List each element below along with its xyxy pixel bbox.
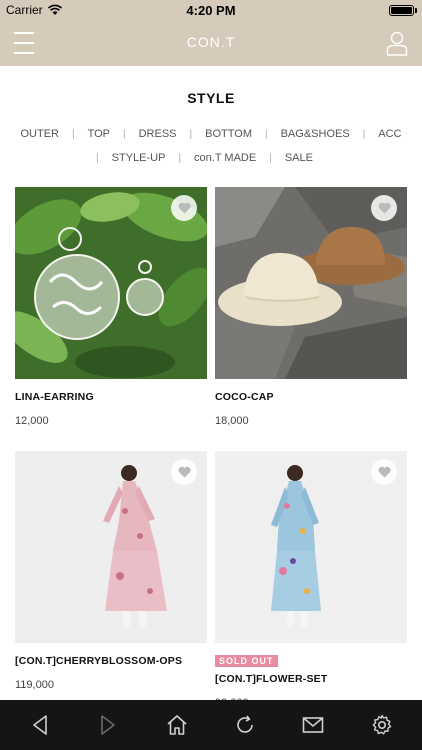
category-nav-row-2: | STYLE-UP | con.T MADE | SALE [0, 152, 422, 164]
product-card[interactable]: SOLD OUT [CON.T]FLOWER-SET 99,000 [215, 451, 407, 709]
product-name[interactable]: LINA-EARRING [15, 391, 207, 403]
category-sale[interactable]: SALE [272, 152, 326, 164]
product-price: 12,000 [15, 415, 49, 427]
product-price: 119,000 [15, 679, 54, 691]
status-bar: Carrier 4:20 PM [0, 0, 422, 20]
product-price: 18,000 [215, 415, 249, 427]
category-dress[interactable]: DRESS [126, 128, 190, 140]
product-card[interactable]: [CON.T]CHERRYBLOSSOM-OPS 119,000 [15, 451, 207, 691]
forward-arrow-icon[interactable] [88, 705, 128, 745]
category-nav-row-1: OUTER | TOP | DRESS | BOTTOM | BAG&SHOES… [0, 128, 422, 140]
refresh-icon[interactable] [225, 705, 265, 745]
app-header: CON.T [0, 20, 422, 66]
wishlist-heart-icon[interactable] [371, 195, 397, 221]
product-image[interactable] [15, 187, 207, 379]
wishlist-heart-icon[interactable] [171, 195, 197, 221]
battery-icon [389, 5, 414, 16]
bottom-toolbar [0, 700, 422, 750]
sold-out-badge: SOLD OUT [215, 655, 278, 667]
category-bottom[interactable]: BOTTOM [192, 128, 265, 140]
settings-icon[interactable] [362, 705, 402, 745]
wishlist-heart-icon[interactable] [371, 459, 397, 485]
category-top[interactable]: TOP [75, 128, 123, 140]
product-name[interactable]: [CON.T]CHERRYBLOSSOM-OPS [15, 655, 207, 667]
product-name[interactable]: COCO-CAP [215, 391, 407, 403]
product-image[interactable] [15, 451, 207, 643]
product-image[interactable] [215, 451, 407, 643]
product-card[interactable]: LINA-EARRING 12,000 [15, 187, 207, 427]
mail-icon[interactable] [293, 705, 333, 745]
wishlist-heart-icon[interactable] [171, 459, 197, 485]
brand-logo[interactable]: CON.T [0, 34, 422, 50]
category-style-up[interactable]: STYLE-UP [99, 152, 179, 164]
user-account-icon[interactable] [386, 30, 408, 56]
category-bag-shoes[interactable]: BAG&SHOES [268, 128, 363, 140]
status-time: 4:20 PM [186, 3, 236, 18]
back-arrow-icon[interactable] [20, 705, 60, 745]
product-card[interactable]: COCO-CAP 18,000 [215, 187, 407, 427]
category-acc[interactable]: ACC [365, 128, 414, 140]
category-outer[interactable]: OUTER [7, 128, 72, 140]
product-image[interactable] [215, 187, 407, 379]
product-name[interactable]: [CON.T]FLOWER-SET [215, 673, 407, 685]
page-title: STYLE [187, 90, 235, 106]
home-icon[interactable] [157, 705, 197, 745]
category-cont-made[interactable]: con.T MADE [181, 152, 269, 164]
